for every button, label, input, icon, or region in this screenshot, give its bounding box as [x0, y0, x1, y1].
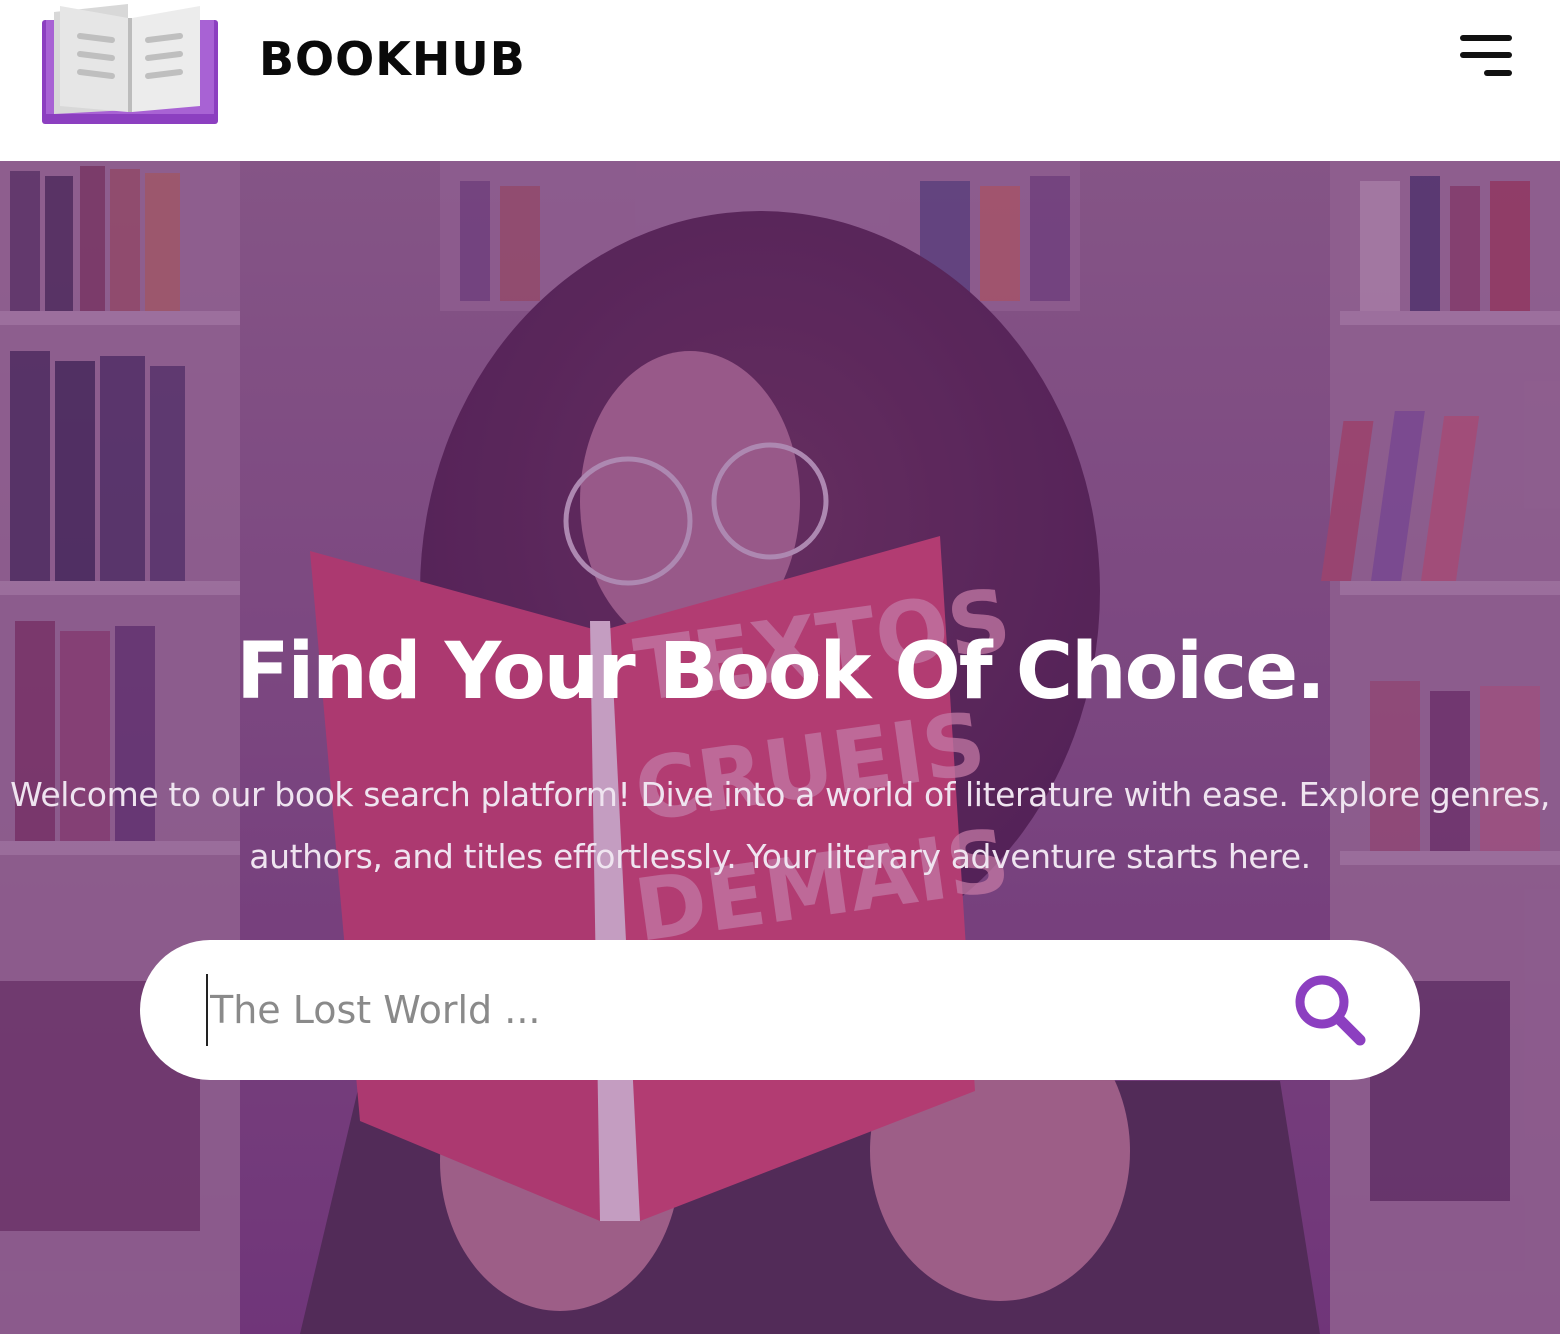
- search-input[interactable]: [206, 974, 1206, 1046]
- hamburger-menu-icon[interactable]: [1452, 30, 1516, 82]
- search-icon[interactable]: [1290, 970, 1374, 1054]
- hero-description: Welcome to our book search platform! Div…: [10, 775, 1550, 876]
- brand-name[interactable]: BOOKHUB: [259, 32, 526, 86]
- menu-line: [1460, 35, 1512, 41]
- open-book-icon[interactable]: [40, 0, 220, 128]
- menu-line: [1484, 70, 1512, 76]
- site-header: BOOKHUB: [0, 0, 1560, 161]
- hero-title: Find Your Book Of Choice.: [236, 627, 1326, 717]
- search-bar: [140, 940, 1420, 1080]
- hero-background-image: TEXTOS CRUEIS DEMAIS: [0, 161, 1560, 1334]
- menu-line: [1460, 52, 1512, 58]
- hero-section: TEXTOS CRUEIS DEMAIS Find Your Book Of C…: [0, 161, 1560, 1334]
